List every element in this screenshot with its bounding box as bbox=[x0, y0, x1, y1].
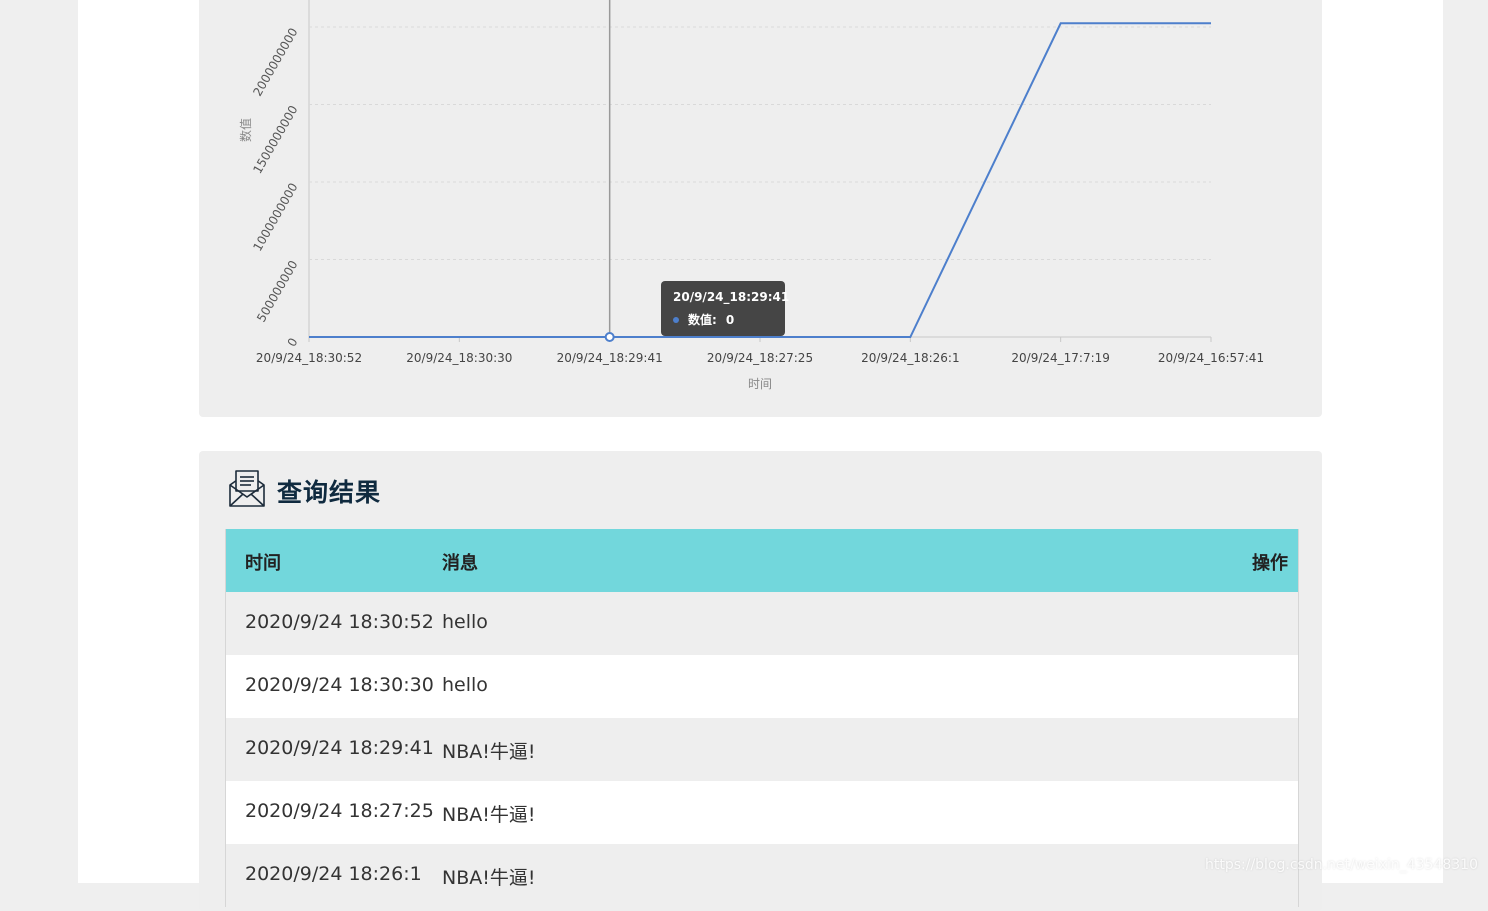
y-tick-label: 1000000000 bbox=[250, 181, 300, 254]
results-title: 查询结果 bbox=[277, 478, 382, 507]
x-axis-title: 时间 bbox=[748, 377, 772, 391]
x-tick-label: 20/9/24_16:57:41 bbox=[1158, 351, 1264, 365]
x-tick-label: 20/9/24_17:7:19 bbox=[1011, 351, 1110, 365]
envelope-icon bbox=[227, 469, 267, 513]
x-tick-label: 20/9/24_18:27:25 bbox=[707, 351, 813, 365]
row-message: NBA!牛逼! bbox=[442, 741, 536, 763]
row-time: 2020/9/24 18:29:41 bbox=[245, 737, 434, 759]
table-row: 2020/9/24 18:26:1 NBA!牛逼! bbox=[226, 844, 1298, 907]
tooltip-value: 0 bbox=[725, 312, 735, 327]
row-message: NBA!牛逼! bbox=[442, 867, 536, 889]
y-tick-label: 500000000 bbox=[254, 258, 300, 325]
data-point bbox=[604, 332, 615, 342]
table-header: 时间 消息 操作 bbox=[226, 529, 1298, 592]
y-tick-label: 1500000000 bbox=[250, 103, 300, 176]
row-time: 2020/9/24 18:27:25 bbox=[245, 800, 434, 822]
column-header-time: 时间 bbox=[245, 553, 281, 574]
tooltip-line: 数值: 0 bbox=[673, 311, 734, 328]
column-header-message: 消息 bbox=[442, 553, 478, 574]
tooltip-label: 数值: bbox=[688, 313, 717, 327]
x-tick-label: 20/9/24_18:26:1 bbox=[861, 351, 960, 365]
results-header: 查询结果 bbox=[227, 469, 382, 513]
table-row: 2020/9/24 18:29:41 NBA!牛逼! bbox=[226, 718, 1298, 781]
tooltip-title: 20/9/24_18:29:41 bbox=[673, 290, 790, 304]
row-time: 2020/9/24 18:30:30 bbox=[245, 674, 434, 696]
column-header-action: 操作 bbox=[1252, 553, 1288, 574]
row-time: 2020/9/24 18:30:52 bbox=[245, 611, 434, 633]
x-tick-label: 20/9/24_18:30:30 bbox=[406, 351, 512, 365]
table-row: 2020/9/24 18:27:25 NBA!牛逼! bbox=[226, 781, 1298, 844]
table-row: 2020/9/24 18:30:52 hello bbox=[226, 592, 1298, 655]
y-axis-title: 数值 bbox=[238, 118, 253, 142]
row-message: hello bbox=[442, 674, 488, 696]
results-panel: 查询结果 时间 消息 操作 2020/9/24 18:30:52 hello 2… bbox=[199, 451, 1322, 911]
table-row: 2020/9/24 18:30:30 hello bbox=[226, 655, 1298, 718]
watermark: https://blog.csdn.net/weixin_43548310 bbox=[1204, 857, 1478, 873]
chart-tooltip: 20/9/24_18:29:41 数值: 0 bbox=[661, 281, 789, 336]
x-tick-label: 20/9/24_18:30:52 bbox=[256, 351, 362, 365]
results-table: 时间 消息 操作 2020/9/24 18:30:52 hello 2020/9… bbox=[225, 529, 1299, 907]
series-dot-icon bbox=[673, 316, 679, 323]
row-message: hello bbox=[442, 611, 488, 633]
x-tick-label: 20/9/24_18:29:41 bbox=[557, 351, 663, 365]
row-message: NBA!牛逼! bbox=[442, 804, 536, 826]
y-tick-label: 2000000000 bbox=[250, 26, 300, 99]
line-chart[interactable]: 0 500000000100000000015000000002000000000… bbox=[0, 0, 1488, 420]
y-tick-label: 0 bbox=[285, 336, 301, 350]
row-time: 2020/9/24 18:26:1 bbox=[245, 863, 422, 885]
